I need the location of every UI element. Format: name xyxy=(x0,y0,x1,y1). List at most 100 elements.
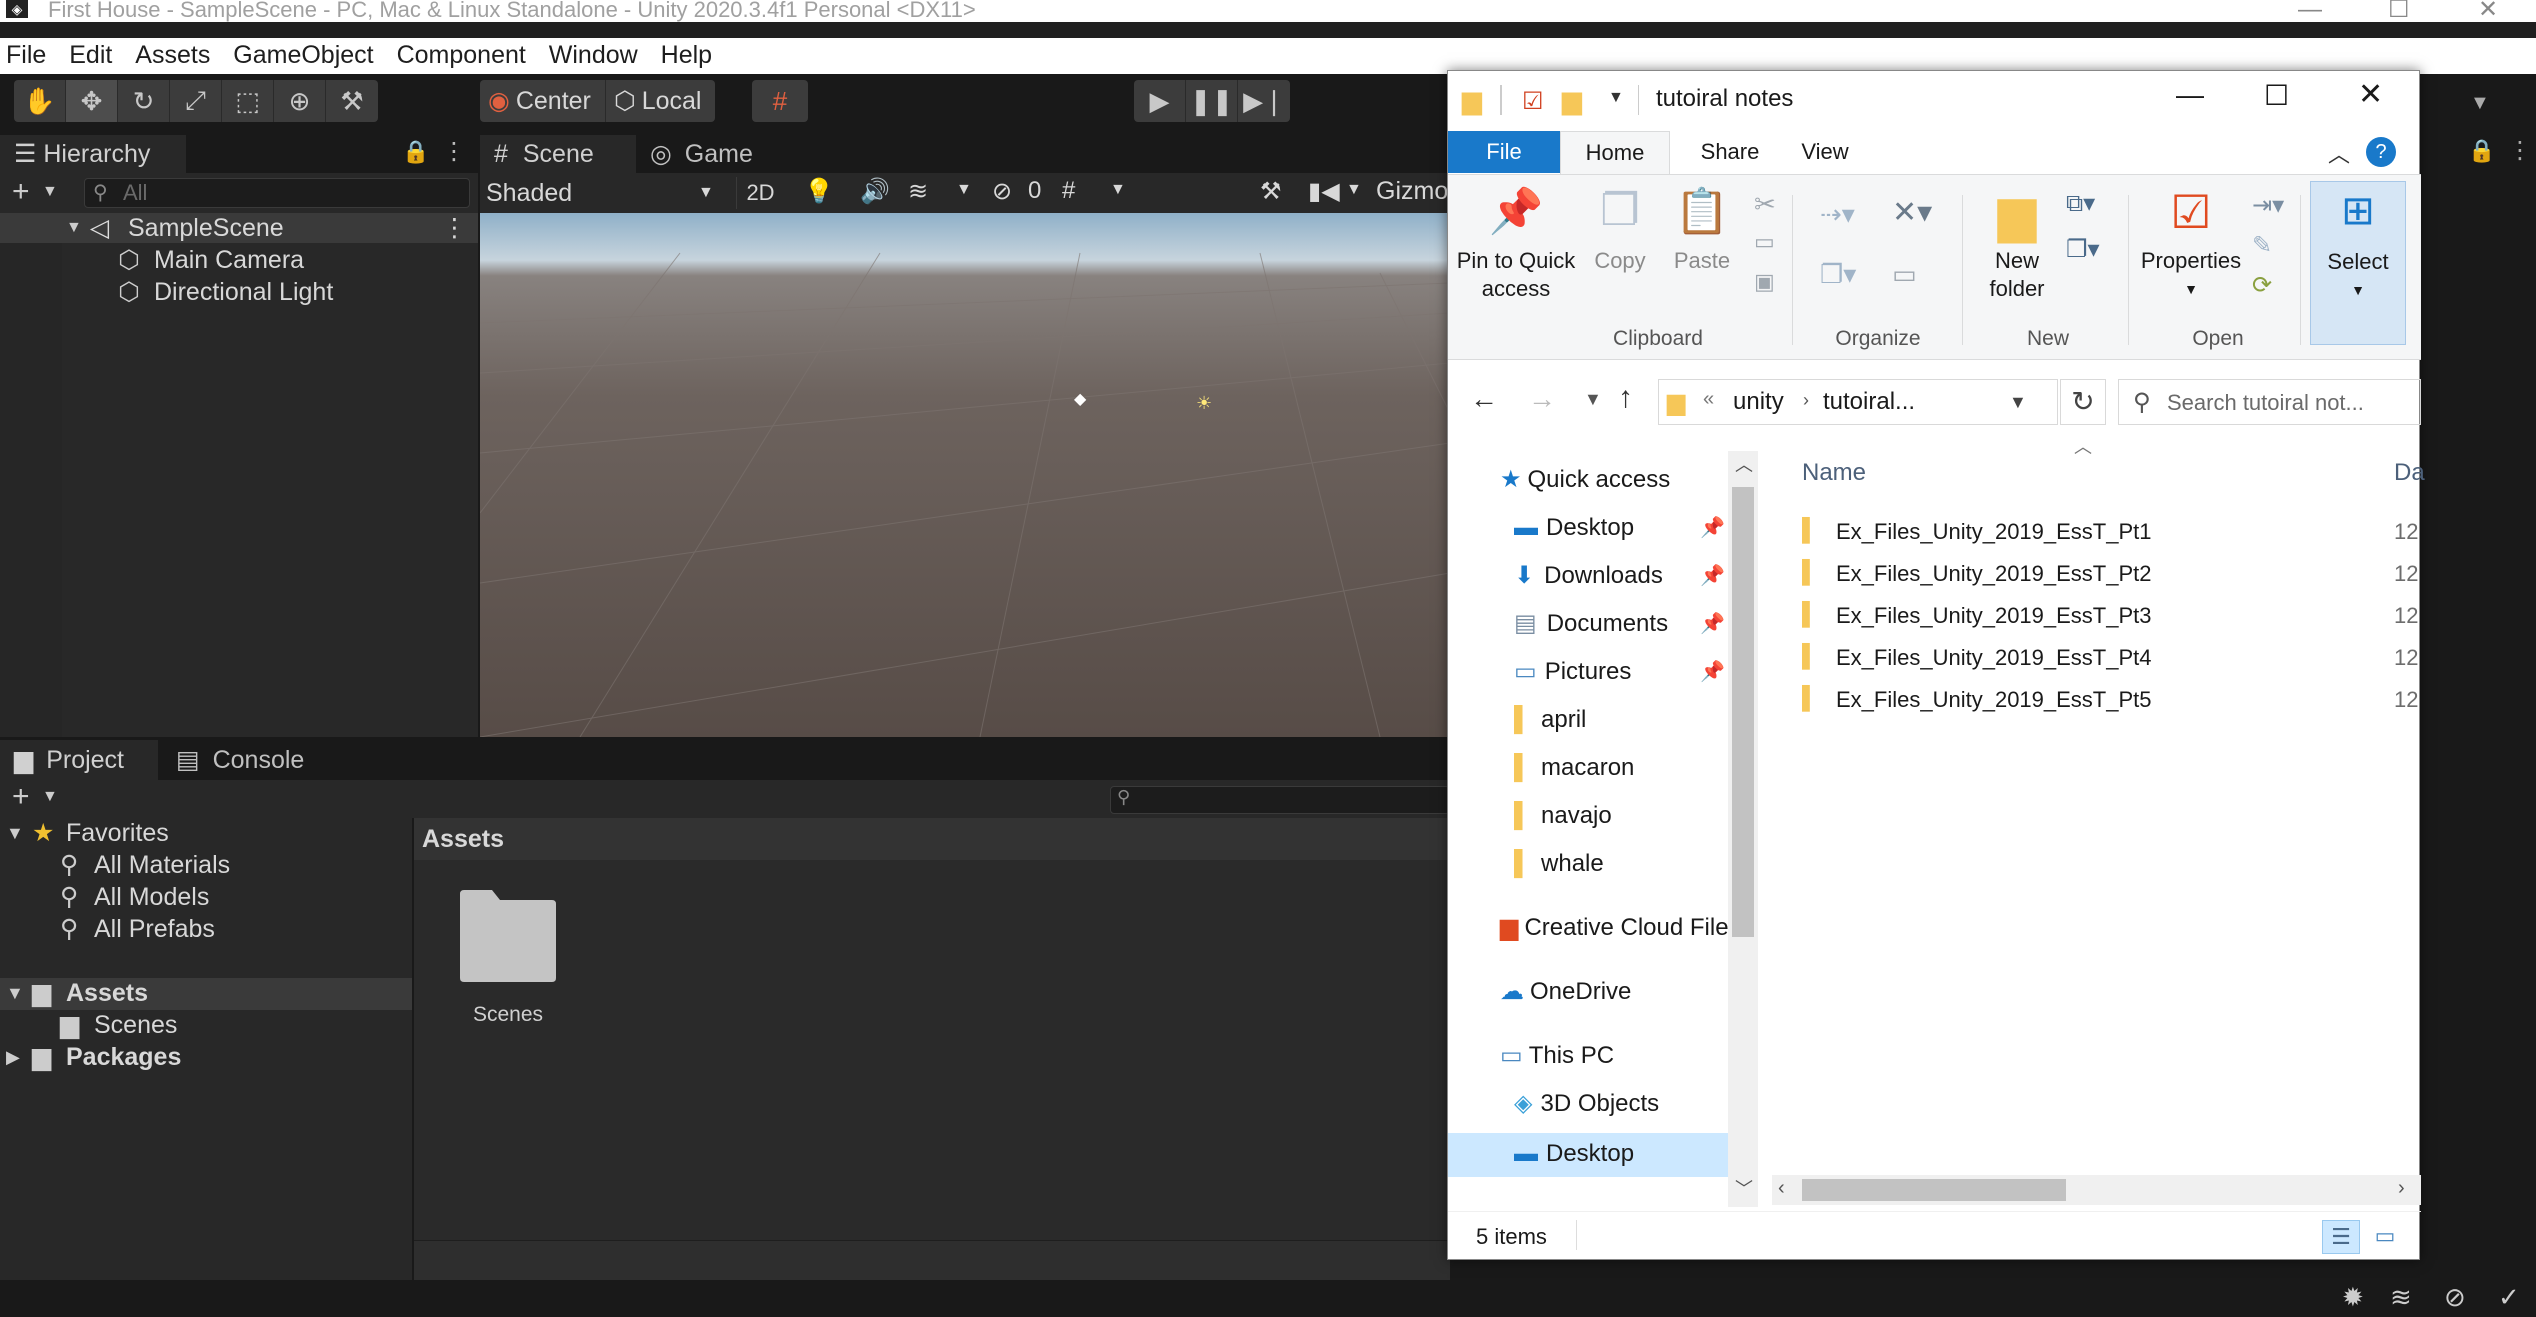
nav-folder-april[interactable]: ▌ april xyxy=(1514,705,1586,735)
auto-generate-icon[interactable]: ⊘ xyxy=(2444,1282,2466,1313)
tab-project[interactable]: ▆ Project xyxy=(0,740,158,780)
menu-file[interactable]: File xyxy=(6,41,46,69)
scroll-right-icon[interactable]: › xyxy=(2398,1177,2405,1200)
nav-documents[interactable]: ▤ Documents xyxy=(1514,609,1668,639)
nav-desktop-pinned[interactable]: ▬ Desktop xyxy=(1514,513,1634,543)
pivot-local-button[interactable]: ⬡ Local xyxy=(606,80,716,122)
play-icon[interactable]: ▶ xyxy=(1134,80,1186,122)
nav-scrollbar[interactable]: ︿ ﹀ xyxy=(1728,451,1758,1207)
refresh-icon[interactable]: ↻ xyxy=(2060,379,2106,425)
maximize-icon[interactable]: ☐ xyxy=(2264,79,2289,112)
copy-to-icon[interactable]: ❐▾ xyxy=(1820,259,1856,290)
nav-pictures[interactable]: ▭ Pictures xyxy=(1514,657,1631,687)
layout-dropdown-icon[interactable]: ▼ xyxy=(2470,92,2490,115)
tab-game[interactable]: ◎ Game xyxy=(636,135,766,173)
favorites-expand-icon[interactable]: ▼ xyxy=(6,818,24,848)
rotate-tool-icon[interactable]: ↻ xyxy=(118,80,170,122)
scene-viewport[interactable]: ◆ ☀ xyxy=(480,213,1450,737)
project-add-button[interactable]: + xyxy=(12,780,30,814)
qat-dropdown-icon[interactable]: ▼ xyxy=(1608,89,1624,107)
hierarchy-menu-icon[interactable]: ⋮ xyxy=(442,137,466,166)
address-overflow[interactable]: « xyxy=(1703,388,1714,411)
paste-shortcut-icon[interactable]: ▣ xyxy=(1754,269,1775,295)
back-arrow-icon[interactable]: ← xyxy=(1470,383,1498,415)
toggle-2d-button[interactable]: 2D xyxy=(736,177,784,209)
move-to-icon[interactable]: ⇢▾ xyxy=(1820,199,1855,230)
nav-folder-whale[interactable]: ▌ whale xyxy=(1514,849,1604,879)
nav-creative-cloud[interactable]: ▆ Creative Cloud File xyxy=(1500,913,1728,943)
menu-edit[interactable]: Edit xyxy=(69,41,112,69)
column-header-date[interactable]: Da xyxy=(2394,459,2425,487)
inspector-menu-icon[interactable]: ⋮ xyxy=(2508,136,2532,165)
file-row[interactable]: ▌ Ex_Files_Unity_2019_EssT_Pt2 12 xyxy=(1802,559,2421,593)
nav-onedrive[interactable]: ☁ OneDrive xyxy=(1500,977,1631,1007)
cache-icon[interactable]: ≋ xyxy=(2390,1282,2412,1313)
cut-icon[interactable]: ✂ xyxy=(1754,189,1776,220)
tree-item-packages[interactable]: Packages xyxy=(66,1042,181,1072)
project-search-input[interactable]: ⚲ xyxy=(1110,786,1450,814)
tree-item-assets[interactable]: ▼ ▆ Assets xyxy=(0,978,412,1010)
light-gizmo-icon[interactable]: ☀ xyxy=(1196,393,1212,414)
hierarchy-item-main-camera[interactable]: ⬡ Main Camera xyxy=(0,245,478,275)
tab-console[interactable]: ▤ Console xyxy=(162,740,322,780)
nav-3d-objects[interactable]: ◈ 3D Objects xyxy=(1514,1089,1659,1119)
hierarchy-item-directional-light[interactable]: ⬡ Directional Light xyxy=(0,277,478,307)
nav-folder-macaron[interactable]: ▌ macaron xyxy=(1514,753,1634,783)
menu-component[interactable]: Component xyxy=(397,41,526,69)
tab-scene[interactable]: # Scene xyxy=(480,135,636,173)
close-icon[interactable]: ✕ xyxy=(2358,77,2383,112)
history-icon[interactable]: ⟳ xyxy=(2252,271,2272,300)
select-button[interactable]: ⊞ Select ▼ xyxy=(2310,181,2406,345)
effects-toggle-icon[interactable]: ≋ xyxy=(908,177,928,206)
hierarchy-scene-row[interactable]: ▼ ◁ SampleScene ⋮ xyxy=(0,213,478,243)
file-row[interactable]: ▌ Ex_Files_Unity_2019_EssT_Pt3 12 xyxy=(1802,601,2421,635)
favorite-all-models[interactable]: All Models xyxy=(94,882,209,912)
effects-dropdown-icon[interactable]: ▼ xyxy=(956,181,972,199)
delete-icon[interactable]: ✕▾ xyxy=(1892,195,1932,230)
favorites-label[interactable]: Favorites xyxy=(66,818,169,848)
asset-item-scenes[interactable]: Scenes xyxy=(444,880,572,1040)
paste-button[interactable]: 📋 Paste xyxy=(1662,185,1742,275)
forward-arrow-icon[interactable]: → xyxy=(1528,383,1556,415)
transform-tool-icon[interactable]: ⊕ xyxy=(274,80,326,122)
ribbon-tab-home[interactable]: Home xyxy=(1560,131,1670,175)
ribbon-tab-file[interactable]: File xyxy=(1448,131,1560,173)
new-folder-qat-icon[interactable]: ▆ xyxy=(1562,85,1582,116)
pivot-center-button[interactable]: ◉ Center xyxy=(480,80,606,122)
move-tool-icon[interactable]: ✥ xyxy=(66,80,118,122)
open-icon[interactable]: ⇥▾ xyxy=(2252,191,2284,220)
menu-assets[interactable]: Assets xyxy=(135,41,210,69)
nav-desktop-pc[interactable]: ▬ Desktop xyxy=(1514,1139,1634,1169)
scale-tool-icon[interactable]: ⤢ xyxy=(170,80,222,122)
custom-tool-icon[interactable]: ⚒ xyxy=(326,80,378,122)
project-add-dropdown-icon[interactable]: ▼ xyxy=(42,788,58,806)
ribbon-tab-view[interactable]: View xyxy=(1780,131,1870,173)
camera-gizmo-icon[interactable]: ◆ xyxy=(1074,389,1086,409)
properties-qat-icon[interactable]: ☑ xyxy=(1522,87,1544,116)
collapse-ribbon-icon[interactable]: ︿ xyxy=(2328,137,2350,169)
new-item-icon[interactable]: ⧉▾ xyxy=(2066,189,2095,218)
menu-window[interactable]: Window xyxy=(549,41,638,69)
address-bar[interactable]: ▆ « unity › tutoiral... ▼ xyxy=(1658,379,2058,425)
file-row[interactable]: ▌ Ex_Files_Unity_2019_EssT_Pt5 12 xyxy=(1802,685,2421,719)
file-row[interactable]: ▌ Ex_Files_Unity_2019_EssT_Pt4 12 xyxy=(1802,643,2421,677)
large-icons-view-icon[interactable]: ▭ xyxy=(2366,1220,2404,1254)
search-input[interactable]: ⚲ Search tutoiral not... xyxy=(2118,379,2421,425)
scroll-left-icon[interactable]: ‹ xyxy=(1778,1177,1785,1200)
help-icon[interactable]: ? xyxy=(2366,137,2396,167)
minimize-icon[interactable]: — xyxy=(2176,79,2204,111)
copy-path-icon[interactable]: ▭ xyxy=(1754,229,1775,255)
edit-icon[interactable]: ✎ xyxy=(2252,231,2272,260)
properties-button[interactable]: ☑ Properties ▼ xyxy=(2136,185,2246,303)
minimize-icon[interactable]: — xyxy=(2298,0,2322,22)
rect-tool-icon[interactable]: ⬚ xyxy=(222,80,274,122)
hierarchy-add-dropdown-icon[interactable]: ▼ xyxy=(42,183,58,201)
shading-mode-dropdown[interactable]: Shaded ▼ xyxy=(486,177,726,209)
assets-expand-icon[interactable]: ▼ xyxy=(6,978,24,1008)
nav-scroll-thumb[interactable] xyxy=(1732,487,1754,937)
camera-icon[interactable]: ▮◀ xyxy=(1308,177,1340,206)
inspector-lock-icon[interactable]: 🔒 xyxy=(2468,138,2495,164)
up-arrow-icon[interactable]: ↑ xyxy=(1618,381,1633,415)
file-row[interactable]: ▌ Ex_Files_Unity_2019_EssT_Pt1 12 xyxy=(1802,517,2421,551)
new-folder-button[interactable]: ▆ New folder xyxy=(1972,185,2062,303)
